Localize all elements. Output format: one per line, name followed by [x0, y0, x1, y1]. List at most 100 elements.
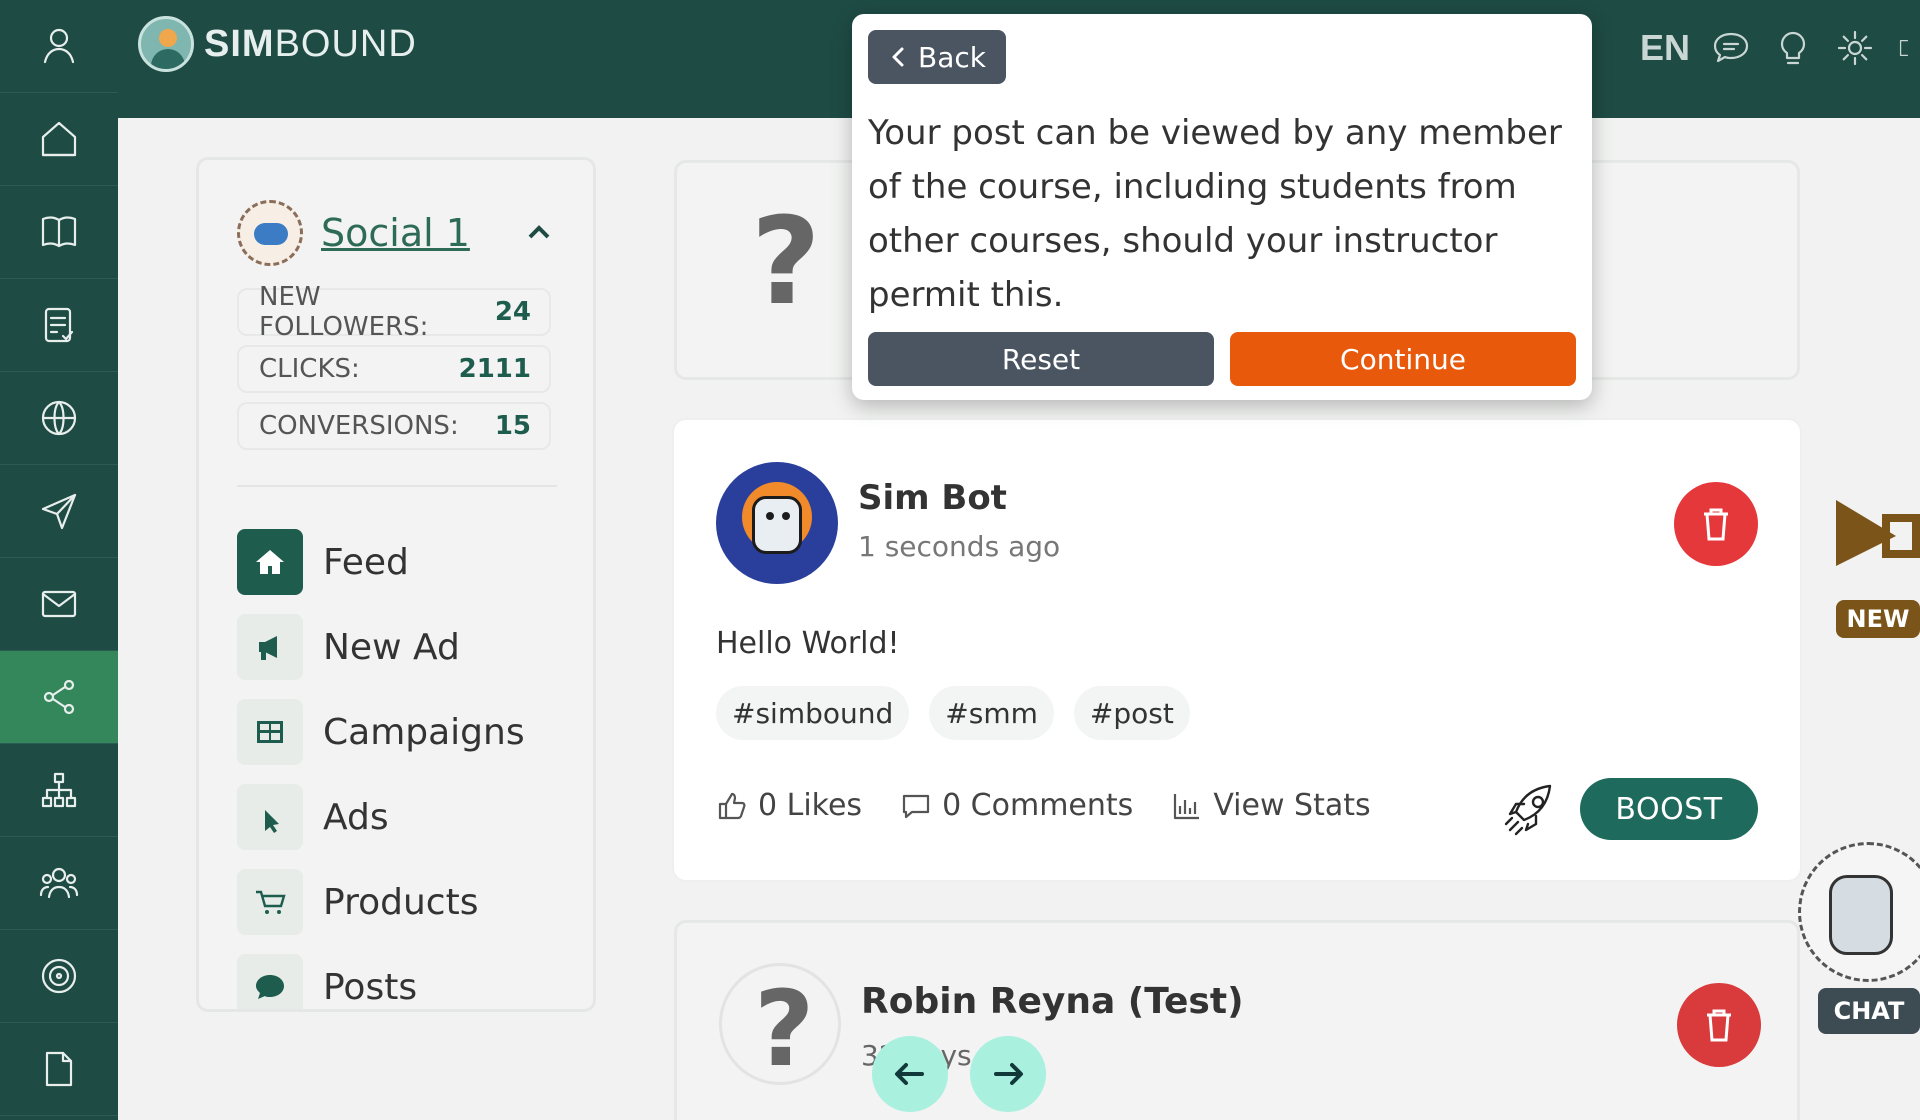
hashtag-chip[interactable]: #smm	[929, 686, 1054, 740]
language-selector[interactable]: EN	[1640, 27, 1690, 69]
tour-back-button[interactable]: Back	[868, 30, 1006, 84]
stat-new-followers: NEW FOLLOWERS: 24	[237, 282, 551, 342]
simbound-logo[interactable]: SIMBOUND	[138, 16, 417, 72]
megaphone-icon	[237, 614, 303, 680]
view-stats-button[interactable]: View Stats	[1171, 788, 1371, 823]
hierarchy-nav[interactable]	[0, 744, 118, 837]
home-nav[interactable]	[0, 93, 118, 186]
target-icon	[41, 958, 77, 994]
stat-value: 24	[494, 297, 531, 327]
chatbot-avatar[interactable]	[1798, 842, 1920, 982]
likes-label: 0 Likes	[758, 788, 863, 823]
arrow-right-icon	[994, 1063, 1023, 1085]
user-icon	[43, 28, 75, 64]
book-icon	[41, 216, 77, 248]
post-author[interactable]: Sim Bot	[858, 478, 1007, 518]
book-nav[interactable]	[0, 186, 118, 279]
collapse-button[interactable]	[525, 218, 553, 246]
menu-label: Posts	[323, 966, 418, 1008]
like-button[interactable]: 0 Likes	[716, 788, 862, 823]
tour-continue-button[interactable]: Continue	[1230, 332, 1576, 386]
send-icon	[41, 493, 77, 530]
boost-button[interactable]: BOOST	[1580, 778, 1758, 840]
lightbulb-icon[interactable]	[1772, 27, 1814, 69]
share-icon	[43, 679, 75, 715]
post-timestamp: 1 seconds ago	[858, 530, 1061, 563]
delete-post-button[interactable]	[1674, 482, 1758, 566]
menu-item-campaigns[interactable]: Campaigns	[237, 699, 525, 765]
post-body: Hello World!	[716, 626, 900, 661]
social-title-link[interactable]: Social 1	[321, 211, 470, 255]
mail-nav[interactable]	[0, 558, 118, 651]
post-card: Sim Bot 1 seconds ago Hello World! #simb…	[674, 420, 1800, 880]
target-nav[interactable]	[0, 930, 118, 1023]
placeholder-mark: ?	[754, 968, 815, 1090]
avatar-placeholder: ?	[719, 963, 841, 1090]
tour-next-button[interactable]	[970, 1036, 1046, 1112]
table-icon	[237, 699, 303, 765]
trash-icon	[1704, 508, 1728, 541]
stat-value: 2111	[458, 354, 531, 384]
avatar[interactable]	[716, 462, 838, 584]
team-nav[interactable]	[0, 837, 118, 930]
thumbs-up-icon	[718, 792, 746, 819]
hierarchy-icon	[41, 772, 77, 808]
trash-icon	[1707, 1009, 1731, 1042]
arrow-left-icon	[895, 1063, 924, 1085]
tour-popup: Back Your post can be viewed by any memb…	[852, 14, 1592, 400]
menu-item-products[interactable]: Products	[237, 869, 478, 935]
menu-item-feed[interactable]: Feed	[237, 529, 409, 595]
logo-icon	[138, 16, 194, 72]
comments-label: 0 Comments	[942, 788, 1134, 823]
menu-item-ads[interactable]: Ads	[237, 784, 389, 850]
social-header: Social 1	[237, 200, 470, 266]
stat-label: CONVERSIONS:	[259, 411, 459, 441]
team-icon	[39, 867, 79, 899]
checklist-icon	[44, 307, 74, 343]
menu-label: Feed	[323, 541, 409, 583]
delete-post-button[interactable]	[1677, 983, 1761, 1067]
stat-conversions: CONVERSIONS: 15	[237, 402, 551, 450]
globe-nav[interactable]	[0, 372, 118, 465]
menu-item-posts[interactable]: Posts	[237, 954, 418, 1009]
tour-reset-button[interactable]: Reset	[868, 332, 1214, 386]
hashtag-chip[interactable]: #simbound	[716, 686, 910, 740]
cart-icon	[237, 869, 303, 935]
social-nav[interactable]	[0, 651, 118, 744]
stat-label: CLICKS:	[259, 354, 360, 384]
document-nav[interactable]	[0, 1023, 118, 1116]
top-right-tools: EN	[1640, 18, 1920, 78]
document-icon	[45, 1051, 73, 1087]
comments-button[interactable]: 0 Comments	[900, 788, 1133, 823]
comment-icon	[902, 794, 930, 818]
post-actions: 0 Likes 0 Comments View Stats	[716, 788, 1371, 823]
chevron-up-icon	[528, 225, 550, 239]
post-author[interactable]: Robin Reyna (Test)	[861, 981, 1244, 1022]
send-nav[interactable]	[0, 465, 118, 558]
stat-clicks: CLICKS: 2111	[237, 345, 551, 393]
tour-prev-button[interactable]	[872, 1036, 948, 1112]
tasks-nav[interactable]	[0, 279, 118, 372]
cursor-click-icon	[237, 784, 303, 850]
stat-value: 15	[494, 411, 531, 441]
new-badge[interactable]: NEW	[1836, 600, 1920, 638]
social-card: Social 1 NEW FOLLOWERS: 24 CLICKS: 2111 …	[196, 157, 596, 1012]
chat-button[interactable]: CHAT	[1818, 988, 1920, 1034]
logo-text: SIMBOUND	[204, 22, 417, 65]
menu-label: Campaigns	[323, 711, 525, 753]
chevron-left-icon	[892, 47, 904, 67]
logout-icon[interactable]	[1896, 27, 1920, 69]
gear-icon[interactable]	[1834, 27, 1876, 69]
hashtag-chip[interactable]: #post	[1073, 686, 1190, 740]
menu-item-new-ad[interactable]: New Ad	[237, 614, 460, 680]
megaphone-icon[interactable]	[1832, 490, 1920, 580]
view-stats-label: View Stats	[1213, 788, 1371, 823]
home-icon	[41, 121, 77, 157]
rocket-icon[interactable]	[1502, 780, 1560, 838]
social-logo-icon	[237, 200, 303, 266]
profile-nav[interactable]	[0, 0, 118, 93]
mail-icon	[41, 590, 77, 618]
menu-label: Products	[323, 881, 479, 923]
menu-label: New Ad	[323, 626, 460, 668]
chat-bubble-icon[interactable]	[1710, 27, 1752, 69]
